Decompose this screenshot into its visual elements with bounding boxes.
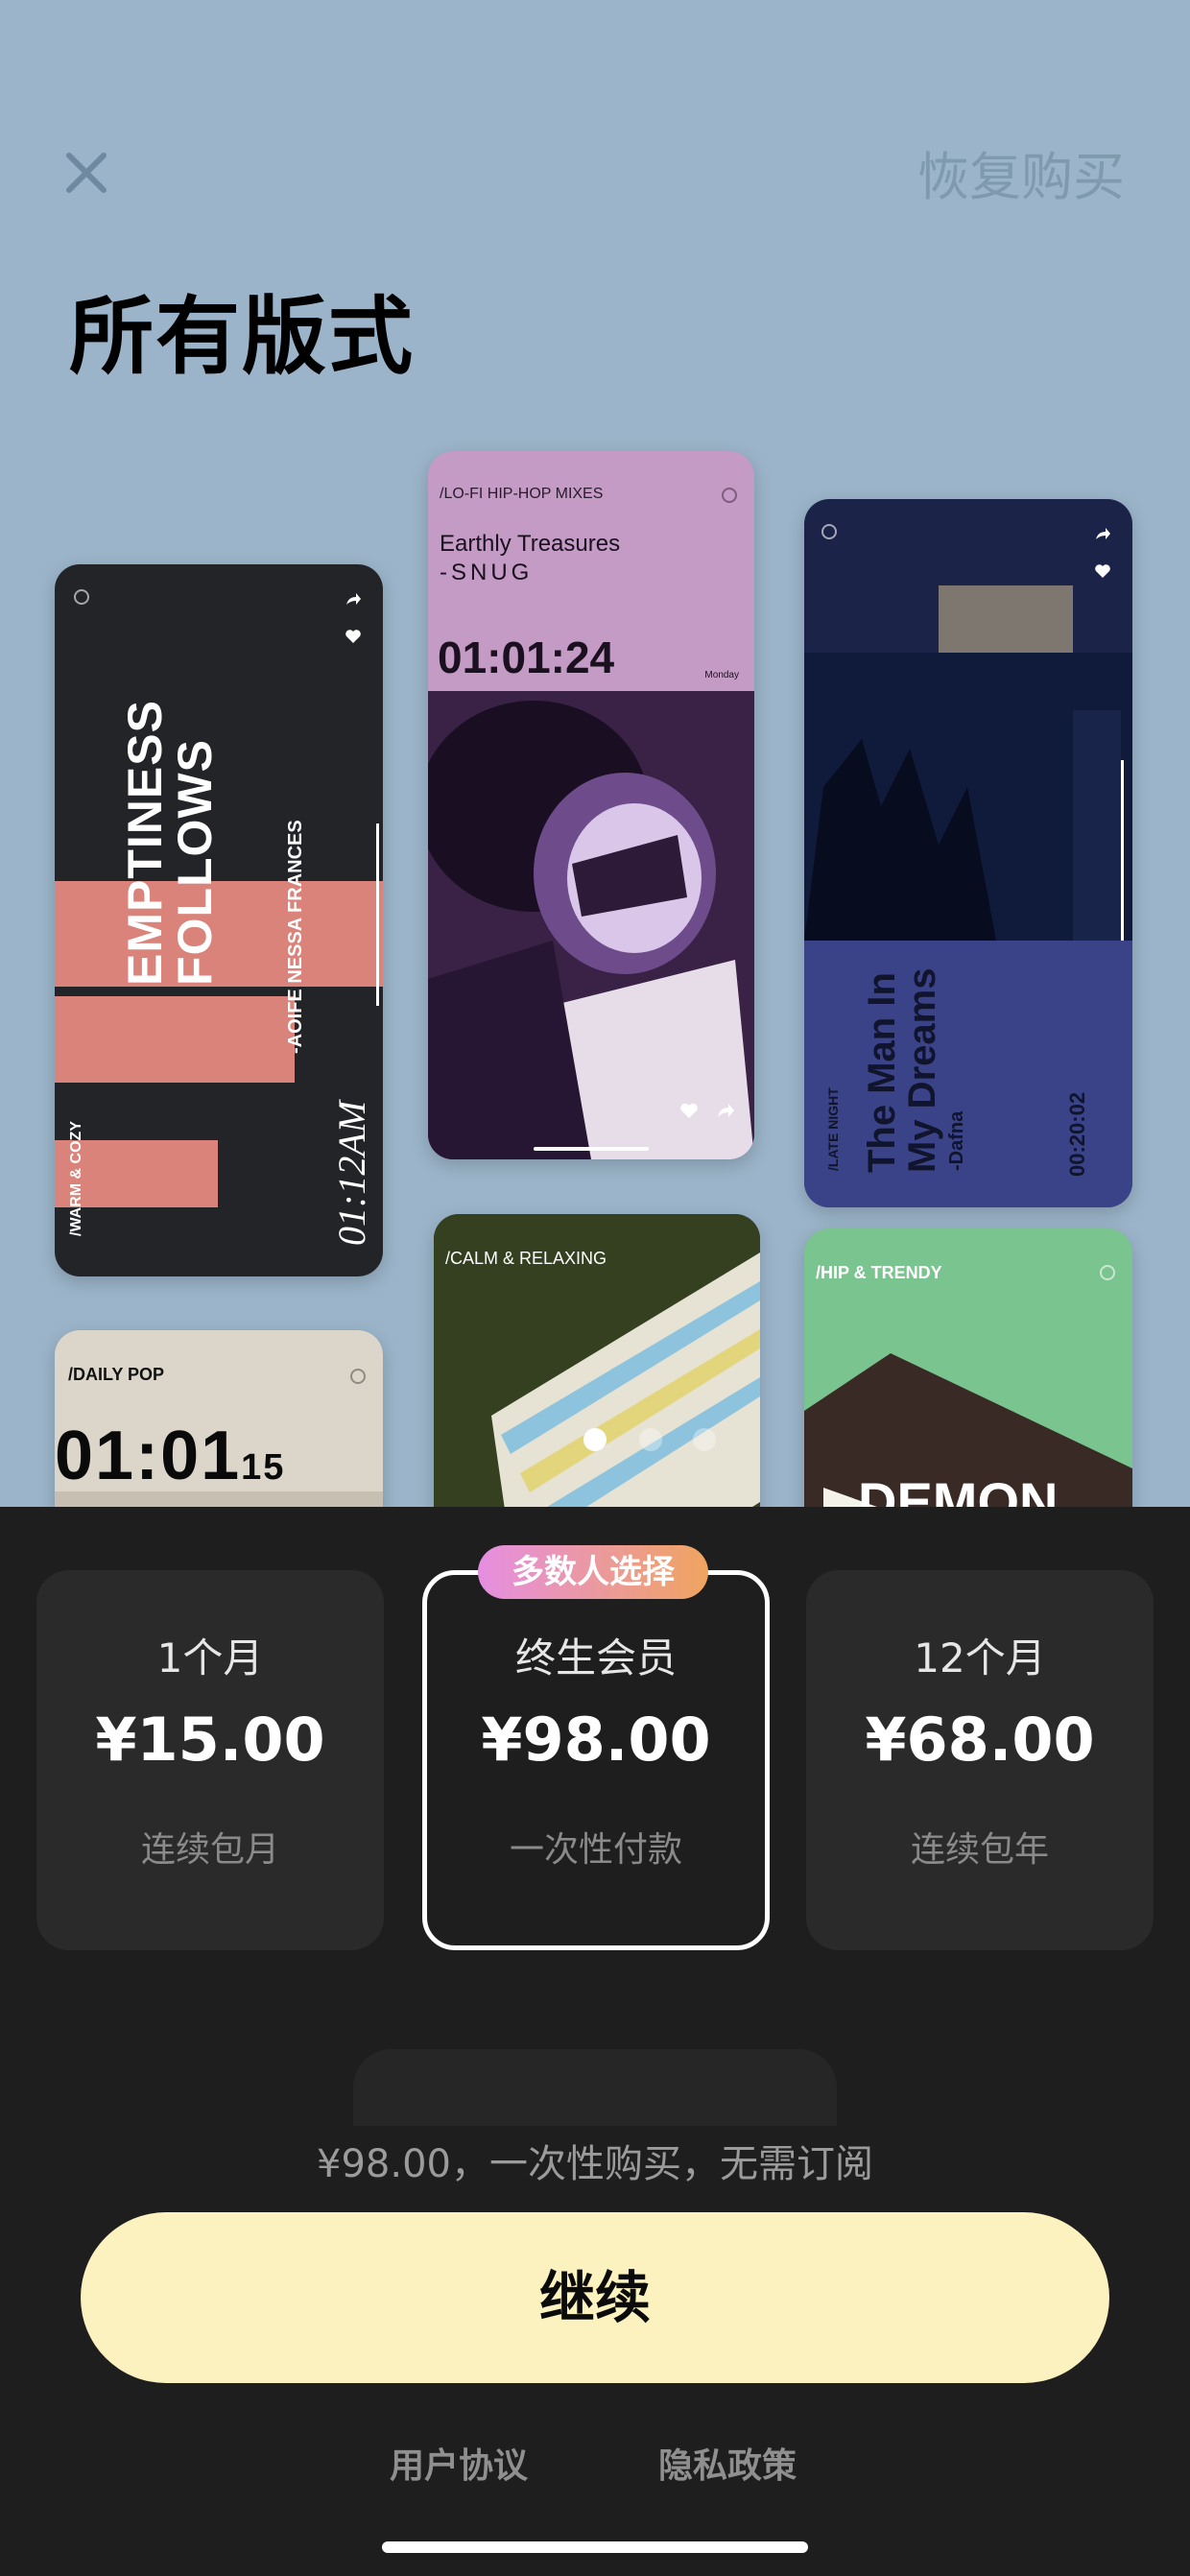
card-artwork [428,691,754,1159]
title-line-1: EMPTINESS [118,700,172,986]
home-indicator [534,1147,649,1151]
close-icon [66,153,107,193]
select-indicator [350,1369,366,1384]
card-tag: /LO-FI HIP-HOP MIXES [440,486,604,502]
card-tag: /DAILY POP [68,1365,165,1384]
plan-note: 连续包年 [910,1830,1049,1870]
time-seconds: 15 [241,1447,286,1488]
plan-name: 1个月 [156,1634,264,1682]
card-time: 01:01:24 [438,632,615,682]
pager-dot-active[interactable] [583,1428,607,1451]
heart-icon [680,1103,698,1118]
card-time: 01:0115 [55,1417,285,1495]
select-indicator [1100,1265,1115,1280]
card-artist: -Dafna [946,1110,967,1171]
plan-name: 12个月 [914,1634,1046,1682]
card-day: Monday [704,670,739,680]
card-artwork [804,585,1132,941]
plan-price: ¥68.00 [865,1705,1095,1775]
progress-bar [376,823,379,1006]
heart-icon [345,630,361,643]
card-title: The Man In My Dreams [861,967,943,1173]
card-tag: /WARM & COZY [68,1121,84,1236]
select-indicator [722,488,737,503]
title-line-1: The Man In [861,972,903,1173]
home-indicator [382,2541,808,2553]
song-title: Earthly Treasures [440,531,621,557]
purchase-summary: ¥98.00，一次性购买，无需订阅 [317,2142,873,2186]
terms-link[interactable]: 用户协议 [390,2438,528,2488]
title-line-2: My Dreams [901,967,943,1173]
card-song: Earthly Treasures -SNUG [440,530,620,587]
background-panel [353,2049,837,2126]
plan-yearly[interactable]: 12个月 ¥68.00 连续包年 [806,1570,1154,1950]
art-stripe [55,996,295,1083]
plan-price: ¥15.00 [95,1705,325,1775]
layout-card-warm-cozy[interactable]: EMPTINESS FOLLOWS -AOIFE NESSA FRANCES /… [55,564,383,1276]
share-icon [718,1104,734,1117]
song-artist: -SNUG [440,560,534,585]
plan-price: ¥98.00 [481,1705,711,1775]
card-tag: /HIP & TRENDY [816,1263,942,1282]
title-line-2: FOLLOWS [168,739,222,986]
continue-button[interactable]: 继续 [81,2212,1109,2383]
card-artist: -AOIFE NESSA FRANCES [285,820,306,1054]
plan-note: 一次性付款 [509,1830,682,1870]
progress-bar [1121,760,1124,942]
plan-note: 连续包月 [140,1830,279,1870]
select-indicator [74,589,89,605]
card-tag: /LATE NIGHT [825,1087,841,1171]
card-time: 01:12AM [330,1100,373,1246]
pager-dot[interactable] [693,1428,716,1451]
layout-card-late-night[interactable]: /LATE NIGHT The Man In My Dreams -Dafna … [804,499,1132,1207]
page-title: 所有版式 [69,287,416,386]
card-title: EMPTINESS FOLLOWS [118,700,222,986]
restore-purchase-button[interactable]: 恢复购买 [917,134,1125,210]
privacy-link[interactable]: 隐私政策 [658,2438,797,2488]
pager-dot[interactable] [639,1428,662,1451]
plan-name: 终生会员 [514,1634,677,1682]
popular-badge: 多数人选择 [478,1545,708,1599]
card-tag: /CALM & RELAXING [445,1249,607,1268]
plan-lifetime[interactable]: 终生会员 ¥98.00 一次性付款 [422,1570,770,1950]
layout-card-lofi[interactable]: /LO-FI HIP-HOP MIXES Earthly Treasures -… [428,451,754,1159]
card-time: 00:20:02 [1065,1091,1089,1177]
close-button[interactable] [58,144,115,202]
purchase-sheet: 1个月 ¥15.00 连续包月 终生会员 ¥98.00 一次性付款 多数人选择 … [0,1507,1190,2576]
time-main: 01:01 [55,1418,242,1494]
share-icon [346,593,361,605]
plan-monthly[interactable]: 1个月 ¥15.00 连续包月 [36,1570,384,1950]
